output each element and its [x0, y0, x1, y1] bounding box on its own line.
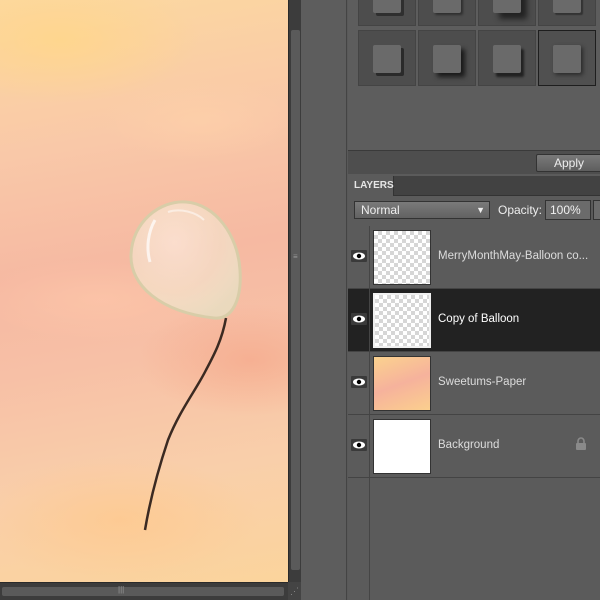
layer-row[interactable]: Background — [348, 415, 600, 478]
balloon-string — [143, 317, 228, 531]
opacity-slider-toggle[interactable] — [593, 200, 600, 220]
visibility-toggle[interactable] — [348, 415, 370, 477]
opacity-input[interactable]: 100% — [545, 200, 591, 220]
layer-name[interactable]: Background — [438, 439, 598, 451]
layer-thumbnail — [373, 293, 431, 348]
balloon-artwork — [129, 200, 242, 531]
horizontal-grip-icon: ||| — [118, 585, 125, 594]
lock-icon — [576, 437, 586, 450]
visibility-toggle[interactable] — [348, 352, 370, 414]
vertical-grip-icon: ≡ — [293, 252, 298, 261]
effect-thumb-1[interactable] — [358, 0, 416, 26]
eye-icon — [351, 313, 367, 325]
effect-thumb-2[interactable] — [418, 0, 476, 26]
layer-row[interactable]: MerryMonthMay-Balloon co... — [348, 226, 600, 289]
vertical-scrollbar[interactable]: ≡ — [288, 0, 301, 582]
effect-thumb-7[interactable] — [478, 30, 536, 86]
photo-editor-window: ≡ ||| ⋰ Apply LAYERS Normal ▼ Opacity: 1… — [0, 0, 600, 600]
document-canvas[interactable] — [0, 0, 288, 582]
eye-icon — [351, 439, 367, 451]
effect-thumb-6[interactable] — [418, 30, 476, 86]
layers-list: MerryMonthMay-Balloon co... Copy of Ball… — [348, 226, 600, 478]
effect-thumb-8-selected[interactable] — [538, 30, 596, 86]
visibility-toggle[interactable] — [348, 226, 370, 288]
effect-thumb-3[interactable] — [478, 0, 536, 26]
layer-name[interactable]: Sweetums-Paper — [438, 376, 598, 388]
visibility-toggle[interactable] — [348, 289, 370, 351]
layers-toolbar: Normal ▼ Opacity: 100% — [348, 196, 600, 224]
resize-corner-icon[interactable]: ⋰ — [288, 582, 301, 600]
effect-thumb-4[interactable] — [538, 0, 596, 26]
layers-tab-bar: LAYERS — [348, 176, 600, 196]
vertical-scroll-thumb[interactable] — [291, 30, 300, 570]
layer-thumbnail — [373, 419, 431, 474]
effects-apply-bar: Apply — [348, 150, 600, 174]
chevron-down-icon: ▼ — [476, 205, 485, 215]
balloon-body — [129, 200, 242, 320]
layer-thumbnail — [373, 230, 431, 285]
eye-icon — [351, 250, 367, 262]
panel-gutter — [301, 0, 347, 600]
eye-icon — [351, 376, 367, 388]
eye-column — [348, 478, 370, 600]
layer-name[interactable]: MerryMonthMay-Balloon co... — [438, 250, 598, 262]
layer-name[interactable]: Copy of Balloon — [438, 313, 598, 325]
layer-thumbnail — [373, 356, 431, 411]
effects-panel — [348, 0, 600, 150]
effect-thumb-5[interactable] — [358, 30, 416, 86]
apply-button[interactable]: Apply — [536, 154, 600, 172]
opacity-label: Opacity: — [498, 203, 543, 217]
horizontal-scroll-thumb[interactable] — [2, 587, 284, 596]
blend-mode-dropdown[interactable]: Normal ▼ — [354, 201, 490, 219]
right-panel-bin: Apply LAYERS Normal ▼ Opacity: 100% Merr… — [348, 0, 600, 600]
horizontal-scrollbar[interactable]: ||| — [0, 582, 288, 600]
tab-layers[interactable]: LAYERS — [348, 176, 394, 196]
layer-row-selected[interactable]: Copy of Balloon — [348, 289, 600, 352]
blend-mode-value: Normal — [361, 203, 400, 217]
layers-empty-area — [348, 478, 600, 600]
layer-row[interactable]: Sweetums-Paper — [348, 352, 600, 415]
